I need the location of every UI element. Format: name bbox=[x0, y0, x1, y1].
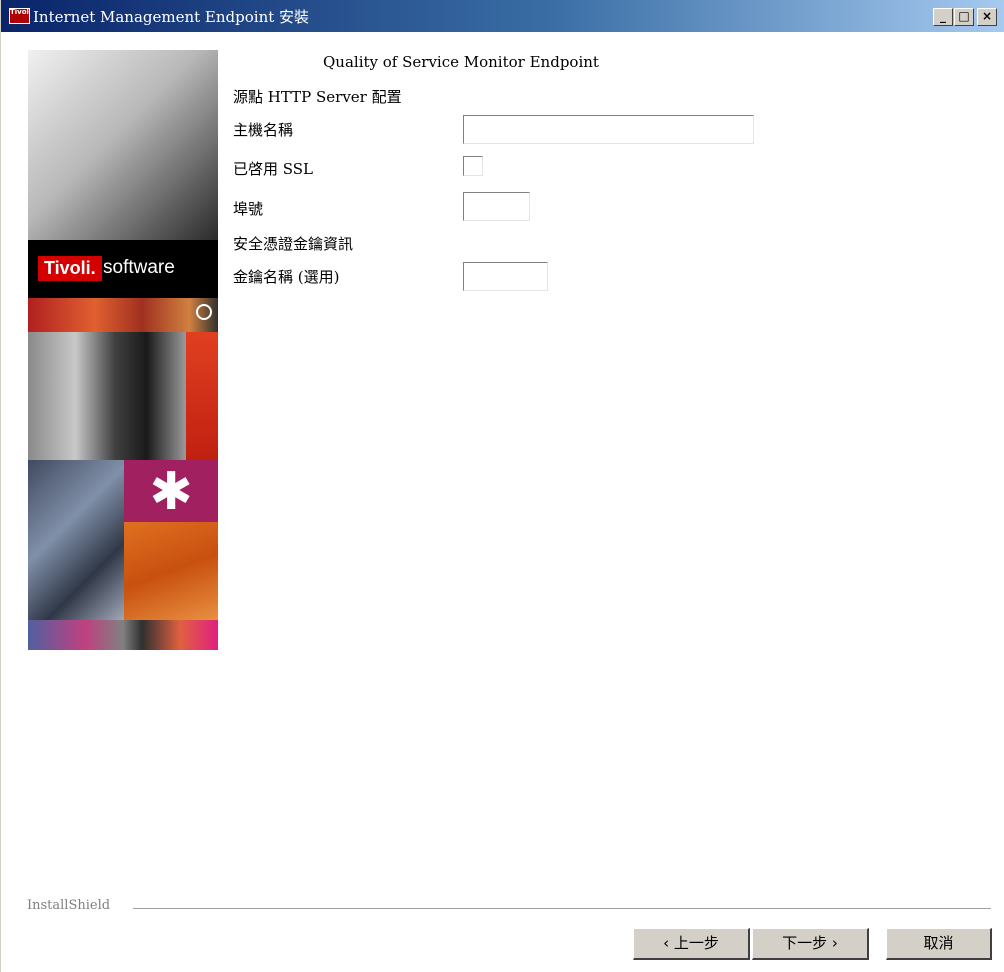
orange-texture-panel bbox=[124, 522, 218, 620]
maximize-button[interactable]: □ bbox=[954, 8, 974, 26]
key-name-input[interactable] bbox=[463, 262, 548, 291]
next-button[interactable]: 下一步 › bbox=[752, 928, 869, 960]
color-strip bbox=[28, 620, 218, 650]
tivoli-logo: Tivoli. bbox=[38, 256, 102, 281]
port-input[interactable] bbox=[463, 192, 530, 221]
doorway-photo bbox=[28, 332, 186, 460]
minimize-button[interactable]: _ bbox=[933, 8, 953, 26]
asterisk-panel: ✱ bbox=[124, 460, 218, 522]
tivoli-side-banner: Tivoli. software ✱ bbox=[28, 50, 218, 650]
installshield-label: InstallShield bbox=[27, 898, 111, 913]
tivoli-app-icon: Tivoli bbox=[9, 8, 30, 24]
port-label: 埠號 bbox=[233, 200, 264, 218]
ssl-enabled-checkbox[interactable] bbox=[463, 156, 483, 176]
software-text: software bbox=[103, 257, 175, 278]
footer-divider bbox=[133, 908, 991, 910]
hostname-input[interactable] bbox=[463, 115, 754, 144]
brand-bar: Tivoli. software bbox=[28, 240, 218, 298]
cancel-button[interactable]: 取消 bbox=[886, 928, 992, 960]
window-title: Internet Management Endpoint 安裝 bbox=[33, 8, 310, 26]
key-name-label: 金鑰名稱 (選用) bbox=[233, 268, 340, 286]
ssl-enabled-label: 已啓用 SSL bbox=[233, 160, 314, 178]
back-button[interactable]: ‹ 上一步 bbox=[633, 928, 750, 960]
page-heading: Quality of Service Monitor Endpoint bbox=[323, 53, 599, 71]
http-server-section-label: 源點 HTTP Server 配置 bbox=[233, 88, 402, 106]
security-key-section-label: 安全憑證金鑰資訊 bbox=[233, 235, 354, 253]
highway-photo bbox=[28, 460, 124, 620]
keyboard-photo bbox=[28, 50, 218, 240]
title-bar[interactable]: Tivoli Internet Management Endpoint 安裝 _… bbox=[1, 0, 1004, 32]
close-button[interactable]: × bbox=[977, 8, 997, 26]
globe-icon bbox=[196, 304, 212, 320]
hostname-label: 主機名稱 bbox=[233, 121, 294, 139]
red-accent-panel bbox=[186, 332, 218, 460]
map-photo bbox=[28, 298, 218, 332]
installer-window: Tivoli Internet Management Endpoint 安裝 _… bbox=[0, 0, 1004, 972]
